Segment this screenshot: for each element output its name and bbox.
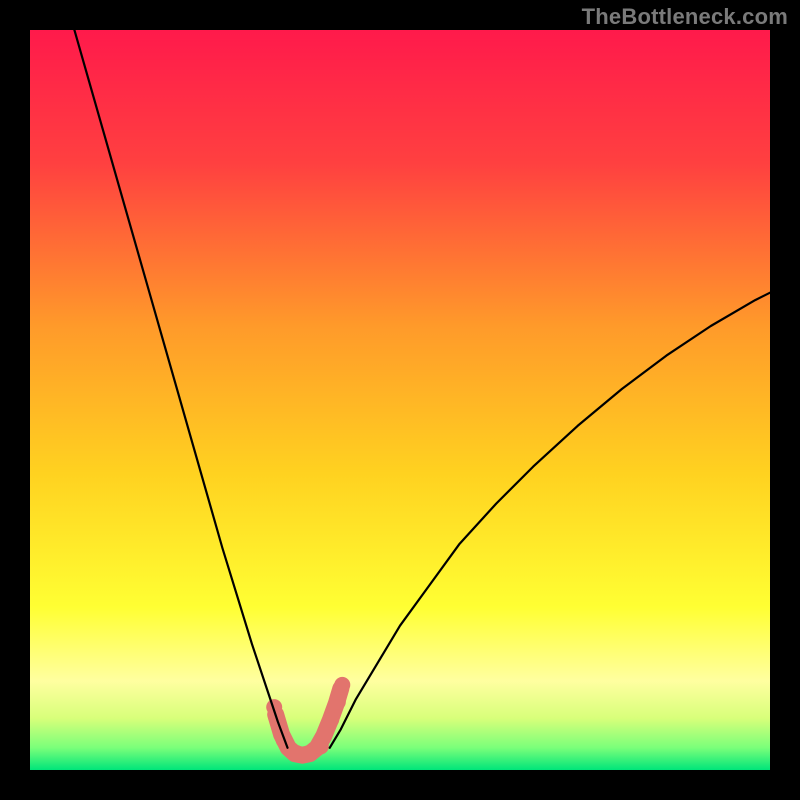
marker-dot: [323, 712, 339, 728]
chart-svg: [30, 30, 770, 770]
marker-dot: [330, 694, 346, 710]
watermark-text: TheBottleneck.com: [582, 4, 788, 30]
marker-dot: [313, 738, 329, 754]
marker-dot: [334, 677, 350, 693]
plot-area: [30, 30, 770, 770]
chart-frame: TheBottleneck.com: [0, 0, 800, 800]
gradient-background: [30, 30, 770, 770]
